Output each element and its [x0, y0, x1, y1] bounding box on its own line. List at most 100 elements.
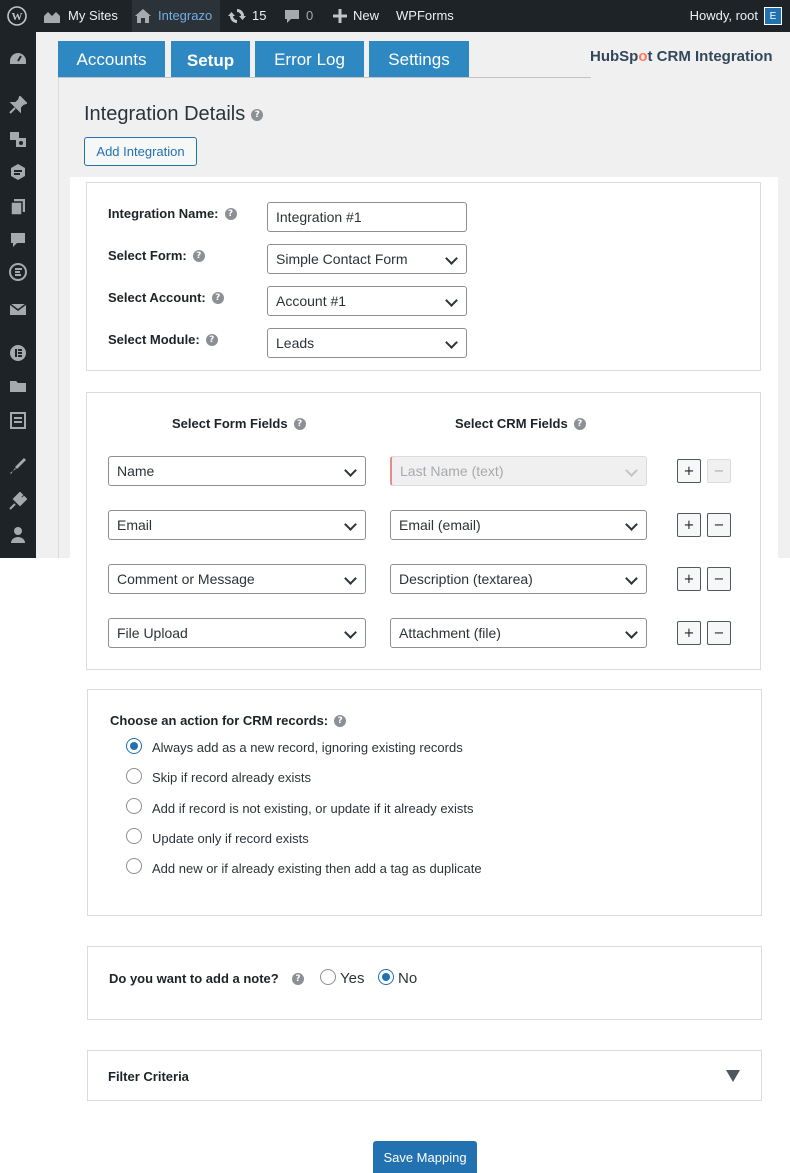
select-account-label-text: Select Account: — [108, 290, 206, 305]
form-field-select[interactable]: Name — [108, 456, 366, 486]
remove-row-button[interactable]: − — [707, 567, 731, 591]
tab-setup[interactable]: Setup — [171, 41, 250, 81]
save-mapping-button[interactable]: Save Mapping — [373, 1141, 477, 1173]
note-yes-radio[interactable] — [320, 969, 336, 985]
home-icon — [134, 8, 152, 24]
forms-icon[interactable] — [8, 162, 28, 182]
action-radio-skip[interactable] — [126, 768, 142, 784]
crm-action-heading-text: Choose an action for CRM records: — [110, 713, 329, 728]
pin-icon[interactable] — [8, 95, 28, 115]
select-module-label-text: Select Module: — [108, 332, 200, 347]
help-icon[interactable]: ? — [205, 333, 218, 346]
tab-settings[interactable]: Settings — [369, 41, 469, 78]
tab-accounts[interactable]: Accounts — [58, 41, 165, 78]
add-row-button[interactable]: + — [677, 513, 701, 537]
help-icon[interactable]: ? — [192, 249, 205, 262]
select-form-label: Select Form:? — [108, 248, 205, 263]
action-radio-tag-duplicate[interactable] — [126, 858, 142, 874]
note-yes-label: Yes — [340, 970, 365, 987]
updates-icon — [228, 7, 246, 25]
templates-icon[interactable] — [8, 410, 28, 430]
action-option-label: Add new or if already existing then add … — [152, 861, 482, 876]
form-fields-heading: Select Form Fields? — [172, 416, 306, 431]
add-row-button[interactable]: + — [677, 567, 701, 591]
select-module-label: Select Module:? — [108, 332, 218, 347]
crm-fields-heading: Select CRM Fields? — [455, 416, 586, 431]
wpforms-label: WPForms — [396, 8, 454, 23]
help-icon[interactable]: ? — [224, 207, 237, 220]
crm-fields-heading-text: Select CRM Fields — [455, 416, 568, 431]
help-icon[interactable]: ? — [292, 973, 304, 985]
remove-row-button: − — [707, 459, 731, 483]
help-icon[interactable]: ? — [211, 291, 224, 304]
wpforms-icon[interactable] — [8, 262, 28, 282]
howdy-label: Howdy, root — [689, 8, 758, 23]
action-radio-add-or-update[interactable] — [126, 798, 142, 814]
crm-field-select[interactable]: Description (textarea) — [390, 564, 647, 594]
select-account-label: Select Account:? — [108, 290, 224, 305]
crm-field-select[interactable]: Email (email) — [390, 510, 647, 540]
form-fields-heading-text: Select Form Fields — [172, 416, 288, 431]
select-form-label-text: Select Form: — [108, 248, 187, 263]
help-icon[interactable]: ? — [293, 417, 306, 430]
help-icon[interactable]: ? — [573, 417, 586, 430]
form-field-select[interactable]: Email — [108, 510, 366, 540]
media-icon[interactable] — [8, 129, 28, 149]
expand-triangle-icon[interactable] — [726, 1070, 740, 1082]
add-row-button[interactable]: + — [677, 621, 701, 645]
select-form-dropdown[interactable]: Simple Contact Form — [267, 244, 467, 274]
folder-icon[interactable] — [8, 376, 28, 396]
add-row-button[interactable]: + — [677, 459, 701, 483]
select-module-dropdown[interactable]: Leads — [267, 328, 467, 358]
comments-menu[interactable]: 0 — [284, 0, 313, 32]
form-field-select[interactable]: File Upload — [108, 618, 366, 648]
svg-text:W: W — [12, 11, 23, 23]
my-sites-menu[interactable]: My Sites — [42, 0, 118, 32]
form-field-select[interactable]: Comment or Message — [108, 564, 366, 594]
crm-field-select: Last Name (text) — [390, 456, 647, 486]
updates-count: 15 — [252, 8, 267, 23]
tab-error-log[interactable]: Error Log — [255, 41, 364, 78]
wpforms-menu[interactable]: WPForms — [396, 0, 454, 32]
site-name-menu[interactable]: Integrazo — [132, 0, 221, 32]
mail-icon[interactable] — [8, 299, 28, 319]
users-icon[interactable] — [8, 525, 28, 545]
comments-count: 0 — [306, 8, 314, 23]
updates-menu[interactable]: 15 — [228, 0, 266, 32]
page-title-text: Integration Details — [84, 103, 246, 125]
action-radio-update-only[interactable] — [126, 828, 142, 844]
new-content-menu[interactable]: New — [333, 0, 379, 32]
remove-row-button[interactable]: − — [707, 621, 731, 645]
add-integration-button[interactable]: Add Integration — [84, 137, 197, 166]
remove-row-button[interactable]: − — [707, 513, 731, 537]
hubspot-brand-logo: HubSp o t CRM Integration — [590, 48, 773, 65]
comments-icon[interactable] — [8, 230, 28, 250]
action-option-label: Update only if record exists — [152, 831, 309, 846]
action-option-label: Add if record is not existing, or update… — [152, 801, 474, 816]
add-note-question: Do you want to add a note? — [109, 971, 279, 986]
help-icon[interactable]: ? — [334, 714, 347, 727]
crm-field-select[interactable]: Attachment (file) — [390, 618, 647, 648]
admin-bar: W My Sites Integrazo 15 0 New WPForms Ho… — [0, 0, 790, 32]
new-label: New — [353, 8, 380, 23]
plugins-icon[interactable] — [8, 491, 28, 511]
page-title: Integration Details ? — [84, 103, 264, 126]
crm-action-heading: Choose an action for CRM records:? — [110, 713, 347, 728]
pages-icon[interactable] — [8, 197, 28, 217]
help-icon[interactable]: ? — [251, 108, 264, 121]
my-sites-icon — [42, 8, 62, 24]
admin-side-menu — [0, 32, 36, 558]
action-option-label: Always add as a new record, ignoring exi… — [152, 740, 463, 755]
action-radio-always-add[interactable] — [126, 738, 142, 754]
select-account-dropdown[interactable]: Account #1 — [267, 286, 467, 316]
account-menu[interactable]: Howdy, root E — [690, 0, 782, 32]
appearance-icon[interactable] — [8, 456, 28, 476]
brand-o-text: o — [638, 48, 648, 65]
action-option-label: Skip if record already exists — [152, 770, 311, 785]
dashboard-icon[interactable] — [8, 49, 28, 69]
elementor-icon[interactable] — [8, 343, 28, 363]
wordpress-logo-icon[interactable]: W — [7, 0, 27, 32]
avatar: E — [764, 7, 782, 25]
integration-name-input[interactable]: Integration #1 — [267, 202, 467, 232]
note-no-radio[interactable] — [378, 969, 394, 985]
